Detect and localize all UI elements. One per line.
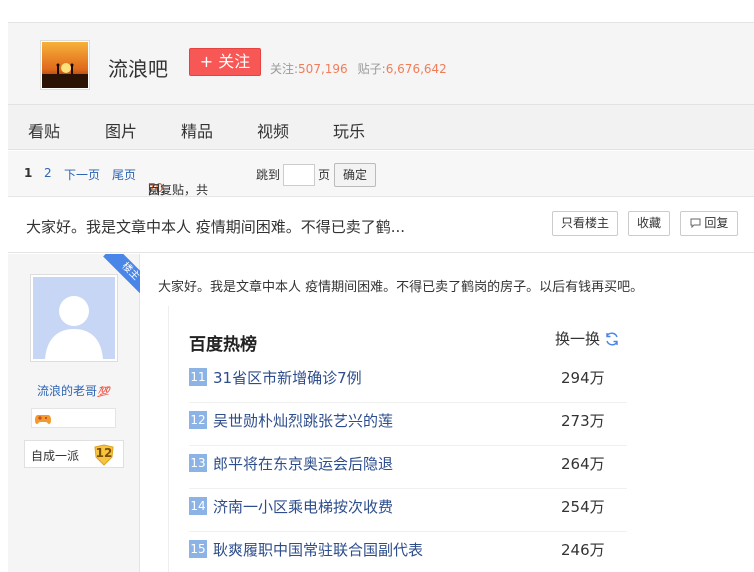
level-box: 自成一派 12 <box>24 440 124 468</box>
page: 流浪吧 + 关注 关注:507,196 贴子:6,676,642 看贴 图片 精品… <box>0 0 754 572</box>
forum-stats: 关注:507,196 贴子:6,676,642 <box>270 60 447 77</box>
follow-button[interactable]: + 关注 <box>189 48 261 76</box>
hot-text: 吴世勋朴灿烈跳张艺兴的莲 <box>213 412 394 430</box>
hot-refresh-label: 换一换 <box>555 330 601 348</box>
pager-last[interactable]: 尾页 <box>112 166 136 183</box>
reply-icon <box>690 218 701 229</box>
thread-title: 大家好。我是文章中本人 疫情期间困难。不得已卖了鹤... <box>26 218 406 236</box>
hot-text: 31省区市新增确诊7例 <box>213 369 362 387</box>
hot-rank: 12 <box>189 411 207 429</box>
forum-name[interactable]: 流浪吧 <box>108 53 168 82</box>
hot-list-title: 百度热榜 <box>189 335 257 355</box>
pager: 1 2 下一页 尾页 70 回复贴，共 2 页， 跳到 页 确定 <box>8 151 754 197</box>
post-count-label: 贴子: <box>357 62 386 76</box>
pager-page-2[interactable]: 2 <box>44 166 52 180</box>
level-name: 自成一派 <box>31 449 80 463</box>
hot-list-item[interactable]: 14 济南一小区乘电梯按次收费 254万 <box>189 489 627 532</box>
default-avatar-icon <box>33 277 115 359</box>
post: 楼主 流浪的老哥💯 自成一派 12 大家好。我是文章中本人 疫情期间困难。不得已… <box>8 254 754 572</box>
hot-list-item[interactable]: 15 耿爽履职中国常驻联合国副代表 246万 <box>189 532 627 572</box>
level-number: 12 <box>95 446 113 460</box>
tab-videos[interactable]: 视频 <box>257 118 289 142</box>
hot-list-item[interactable]: 12 吴世勋朴灿烈跳张艺兴的莲 273万 <box>189 403 627 446</box>
reply-button[interactable]: 回复 <box>680 211 738 236</box>
hot-rank: 13 <box>189 454 207 472</box>
hot-count: 273万 <box>561 412 605 430</box>
username-badge: 💯 <box>97 387 110 398</box>
hot-list: 百度热榜 换一换 11 31省区市新增确诊7例 294万 12 吴世勋朴灿烈跳张… <box>168 306 628 572</box>
hot-text: 耿爽履职中国常驻联合国副代表 <box>213 541 424 559</box>
hot-count: 264万 <box>561 455 605 473</box>
follow-count-label: 关注: <box>270 62 299 76</box>
jump-page-input[interactable] <box>283 164 315 186</box>
forum-avatar[interactable] <box>40 40 90 90</box>
favorite-button[interactable]: 收藏 <box>628 211 670 236</box>
tab-posts[interactable]: 看贴 <box>28 118 60 142</box>
jump-confirm-button[interactable]: 确定 <box>334 163 376 187</box>
hot-list-item[interactable]: 11 31省区市新增确诊7例 294万 <box>189 360 627 403</box>
refresh-icon <box>606 332 618 346</box>
post-count: 6,676,642 <box>385 62 447 76</box>
hot-count: 254万 <box>561 498 605 516</box>
hot-list-item[interactable]: 13 郎平将在东京奥运会后隐退 264万 <box>189 446 627 489</box>
level-badge: 12 <box>92 444 116 470</box>
gamepad-icon[interactable] <box>35 410 51 426</box>
user-avatar[interactable] <box>30 274 118 362</box>
tab-fun[interactable]: 玩乐 <box>333 118 365 142</box>
pager-current: 1 <box>24 166 33 180</box>
user-icons <box>31 408 116 428</box>
hot-text: 郎平将在东京奥运会后隐退 <box>213 455 394 473</box>
forum-tabs: 看贴 图片 精品 视频 玩乐 <box>8 104 754 150</box>
username-text: 流浪的老哥 <box>37 384 98 398</box>
tab-featured[interactable]: 精品 <box>181 118 213 142</box>
hot-rank: 11 <box>189 368 207 386</box>
forum-header: 流浪吧 + 关注 关注:507,196 贴子:6,676,642 <box>8 22 754 104</box>
page-suffix: 页 <box>318 168 331 182</box>
username[interactable]: 流浪的老哥💯 <box>37 382 109 399</box>
thread-title-bar: 大家好。我是文章中本人 疫情期间困难。不得已卖了鹤... 只看楼主 收藏 回复 <box>8 197 754 253</box>
hot-rank: 15 <box>189 540 207 558</box>
pager-next[interactable]: 下一页 <box>64 166 100 183</box>
hot-count: 246万 <box>561 541 605 559</box>
page-unit: 页， <box>148 183 173 197</box>
hot-count: 294万 <box>561 369 605 387</box>
sunset-icon <box>42 42 88 88</box>
tab-images[interactable]: 图片 <box>105 118 137 142</box>
user-column: 楼主 流浪的老哥💯 自成一派 12 <box>8 254 140 572</box>
jump-label: 跳到 <box>256 168 281 182</box>
post-content: 大家好。我是文章中本人 疫情期间困难。不得已卖了鹤岗的房子。以后有钱再买吧。 <box>158 280 644 295</box>
hot-refresh-button[interactable]: 换一换 <box>555 328 620 349</box>
only-op-button[interactable]: 只看楼主 <box>552 211 618 236</box>
reply-button-label: 回复 <box>704 216 729 230</box>
follow-count: 507,196 <box>298 62 348 76</box>
hot-rank: 14 <box>189 497 207 515</box>
hot-text: 济南一小区乘电梯按次收费 <box>213 498 394 516</box>
